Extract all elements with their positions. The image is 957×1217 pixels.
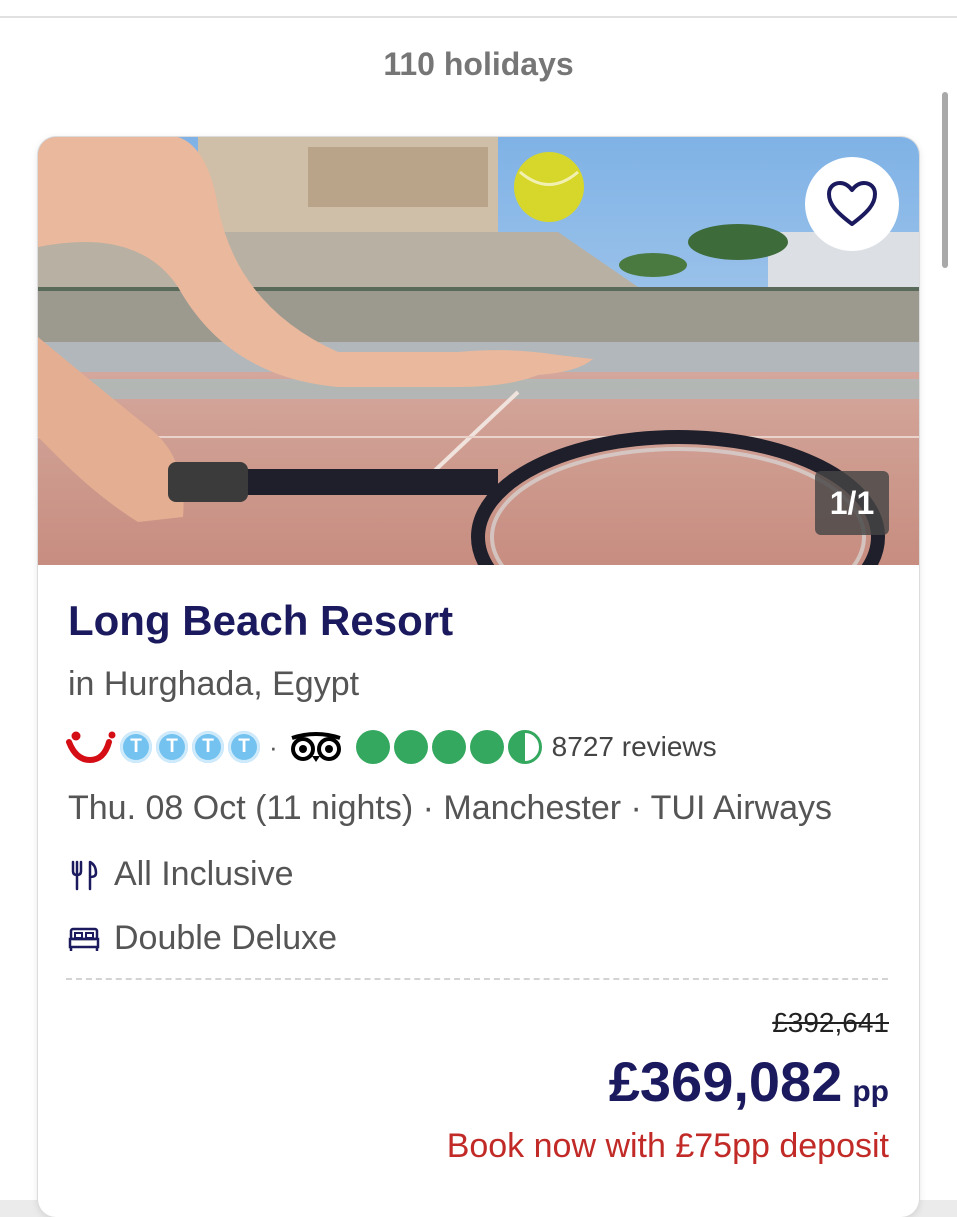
- favourite-button[interactable]: [805, 157, 899, 251]
- rating-bubble-full: [431, 730, 466, 764]
- tui-logo-icon: [66, 731, 116, 764]
- tui-rating-dot: T: [192, 731, 224, 763]
- rating-bubble-full: [393, 730, 428, 764]
- board-basis: All Inclusive: [68, 855, 294, 894]
- tennis-photo-image: [38, 137, 919, 565]
- tripadvisor-owl-icon: [290, 732, 341, 762]
- rating-bubble-full: [355, 730, 390, 764]
- gallery-counter: 1/1: [815, 471, 889, 535]
- hotel-photo[interactable]: 1/1: [38, 137, 919, 565]
- bed-icon: [68, 927, 100, 951]
- rating-bubble-half: [507, 730, 542, 764]
- price-amount: £369,082: [608, 1050, 843, 1113]
- rating-bubble-full: [469, 730, 504, 764]
- current-price: £369,082 pp: [609, 1049, 889, 1114]
- heart-outline-icon: [827, 181, 877, 226]
- tui-rating-dot: T: [120, 731, 152, 763]
- hotel-location: in Hurghada, Egypt: [68, 665, 360, 703]
- ratings-row: TTTT · 8727 reviews: [66, 727, 717, 767]
- tripadvisor-rating-bubbles: [352, 730, 542, 764]
- results-count: 110 holidays: [383, 46, 574, 82]
- price-unit: pp: [852, 1075, 889, 1108]
- rating-separator: ·: [269, 731, 278, 762]
- price-divider: [66, 978, 888, 980]
- hotel-name[interactable]: Long Beach Resort: [68, 597, 453, 645]
- review-count[interactable]: 8727 reviews: [552, 731, 717, 763]
- tui-rating-dot: T: [156, 731, 188, 763]
- trip-info: Thu. 08 Oct (11 nights) · Manchester · T…: [68, 789, 833, 827]
- top-divider: [0, 16, 957, 18]
- room-type: Double Deluxe: [68, 919, 337, 958]
- holiday-card[interactable]: 1/1 Long Beach Resort in Hurghada, Egypt…: [38, 137, 919, 1217]
- scrollbar[interactable]: [942, 92, 948, 268]
- cutlery-icon: [71, 860, 98, 890]
- tui-rating-dot: T: [228, 731, 260, 763]
- room-label: Double Deluxe: [114, 919, 338, 957]
- deposit-message[interactable]: Book now with £75pp deposit: [447, 1127, 889, 1166]
- search-results-page: 110 holidays 1/1 Long Beach Resort in Hu…: [0, 0, 957, 1217]
- original-price: £392,641: [772, 1007, 889, 1038]
- tui-rating-dots: TTTT: [116, 731, 260, 763]
- board-label: All Inclusive: [114, 855, 294, 893]
